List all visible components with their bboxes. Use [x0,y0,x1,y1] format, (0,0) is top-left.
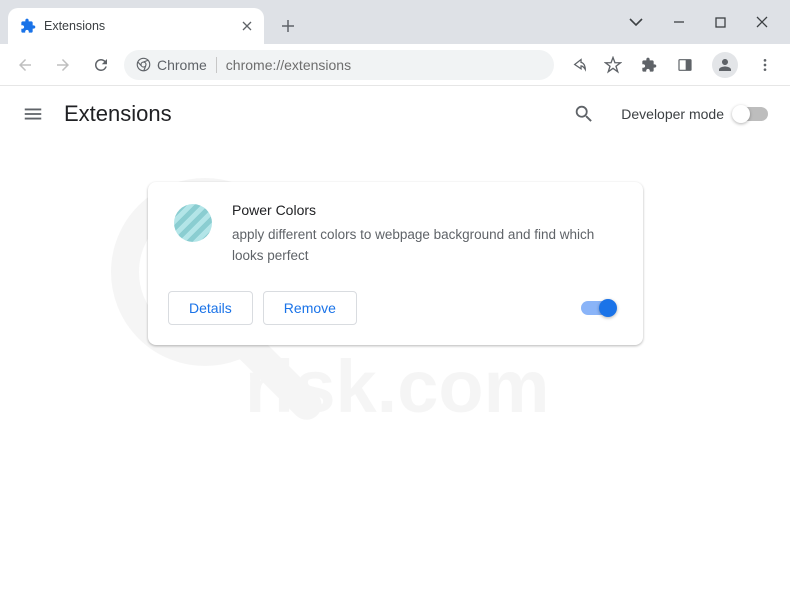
side-panel-button[interactable] [676,56,694,74]
url-scheme-label: Chrome [157,57,217,73]
hamburger-menu-button[interactable] [22,103,44,125]
forward-button[interactable] [48,50,78,80]
new-tab-button[interactable] [274,12,302,40]
tab-search-button[interactable] [629,17,643,27]
extensions-button[interactable] [640,56,658,74]
window-minimize-button[interactable] [673,16,685,28]
developer-mode-section: Developer mode [621,106,768,122]
back-button[interactable] [10,50,40,80]
profile-avatar-button[interactable] [712,52,738,78]
tab-close-button[interactable] [242,21,252,31]
page-header: Extensions Developer mode [0,86,790,142]
tab-title: Extensions [44,19,234,33]
search-extensions-button[interactable] [573,103,595,125]
extension-name: Power Colors [232,202,623,218]
browser-toolbar: Chrome chrome://extensions [0,44,790,86]
chrome-logo-icon [136,57,151,72]
url-text: chrome://extensions [226,57,351,73]
window-controls [607,0,790,44]
address-bar[interactable]: Chrome chrome://extensions [124,50,554,80]
share-button[interactable] [568,56,586,74]
svg-text:risk.com: risk.com [245,345,549,428]
window-maximize-button[interactable] [715,17,726,28]
extension-description: apply different colors to webpage backgr… [232,225,623,267]
bookmark-button[interactable] [604,56,622,74]
extension-puzzle-icon [20,18,36,34]
extension-card: Power Colors apply different colors to w… [148,182,643,345]
reload-button[interactable] [86,50,116,80]
browser-tab[interactable]: Extensions [8,8,264,44]
extension-app-icon [174,204,212,242]
developer-mode-label: Developer mode [621,106,724,122]
extension-enable-toggle[interactable] [581,301,615,315]
developer-mode-toggle[interactable] [734,107,768,121]
remove-button[interactable]: Remove [263,291,357,325]
extensions-grid: Power Colors apply different colors to w… [0,142,790,345]
page-title: Extensions [64,101,553,127]
browser-titlebar: Extensions [0,0,790,44]
details-button[interactable]: Details [168,291,253,325]
window-close-button[interactable] [756,16,768,28]
browser-menu-button[interactable] [756,56,774,74]
